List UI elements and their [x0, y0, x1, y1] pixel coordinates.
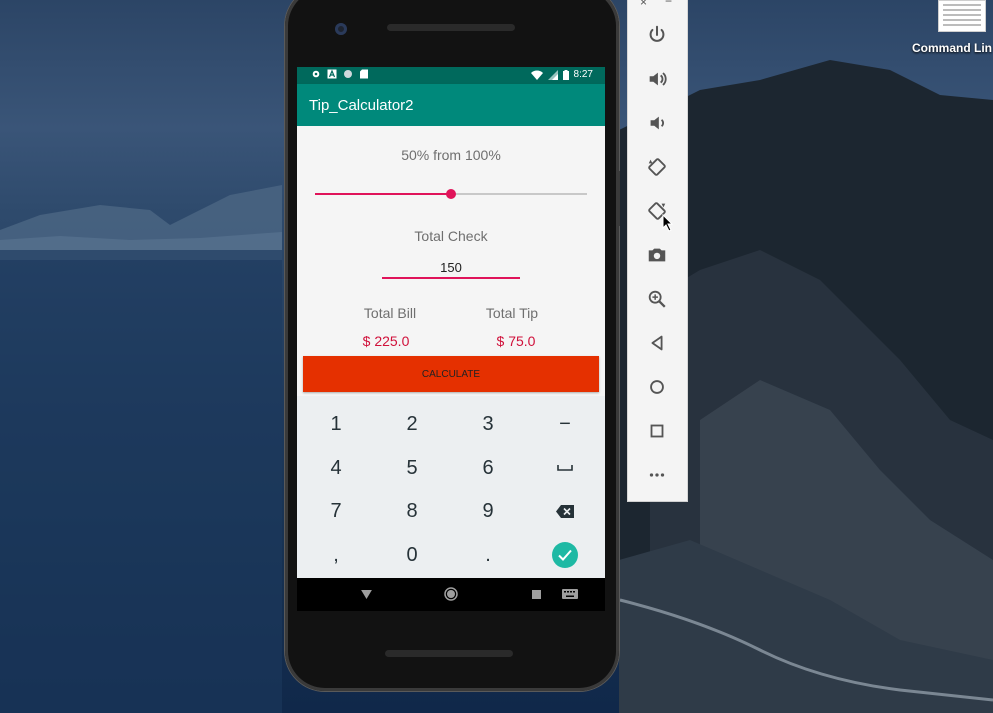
file-thumbnail: [938, 0, 986, 32]
desktop-file-icon[interactable]: Command Lin: [912, 0, 993, 60]
overview-icon: [650, 424, 664, 438]
app-bar: Tip_Calculator2: [297, 84, 605, 126]
volume-down-button[interactable]: [644, 110, 670, 136]
power-button[interactable]: [644, 22, 670, 48]
key-7[interactable]: 7: [298, 489, 374, 533]
total-bill-label: Total Bill: [363, 305, 417, 321]
bottom-speaker: [385, 650, 513, 657]
nav-home-button[interactable]: [441, 586, 461, 602]
done-check-icon: [552, 542, 578, 568]
volume-up-button[interactable]: [644, 66, 670, 92]
key-5[interactable]: 5: [374, 446, 450, 490]
earpiece-speaker: [387, 24, 515, 31]
key-minus[interactable]: −: [527, 402, 603, 446]
wifi-icon: [530, 70, 543, 80]
settings-icon: [312, 70, 320, 78]
screenshot-button[interactable]: [644, 242, 670, 268]
zoom-icon: [648, 290, 666, 308]
nav-home-icon: [444, 587, 458, 601]
nav-keyboard-button[interactable]: [560, 586, 580, 602]
numeric-keypad: 1 2 3− 4 5 6 7 8 9, 0.: [297, 396, 605, 578]
tip-seekbar[interactable]: [315, 189, 587, 199]
total-check-input[interactable]: [382, 257, 520, 279]
key-space[interactable]: [527, 446, 603, 490]
app-title: Tip_Calculator2: [309, 97, 414, 114]
key-2[interactable]: 2: [374, 402, 450, 446]
key-9[interactable]: 9: [450, 489, 526, 533]
key-3[interactable]: 3: [450, 402, 526, 446]
more-button[interactable]: [644, 462, 670, 488]
nav-overview-button[interactable]: [526, 586, 546, 602]
total-bill-value: $ 225.0: [362, 333, 410, 349]
total-tip-value: $ 75.0: [496, 333, 536, 349]
percent-label: 50% from 100%: [401, 147, 501, 163]
battery-icon: [562, 69, 569, 80]
minimize-emulator-button[interactable]: −: [665, 0, 672, 8]
zoom-button[interactable]: [644, 286, 670, 312]
back-button[interactable]: [644, 330, 670, 356]
key-6[interactable]: 6: [450, 446, 526, 490]
volume-down-icon: [650, 116, 664, 130]
side-button: [617, 171, 620, 226]
app-content: 50% from 100% Total Check Total Bill $ 2…: [297, 126, 605, 396]
key-1[interactable]: 1: [298, 402, 374, 446]
key-done[interactable]: [527, 533, 603, 577]
emulator-toolbar: × −: [627, 0, 688, 502]
home-button[interactable]: [644, 374, 670, 400]
mouse-cursor-icon: [662, 214, 674, 232]
home-icon: [650, 380, 664, 394]
cell-signal-icon: [547, 69, 558, 80]
key-comma[interactable]: ,: [298, 533, 374, 577]
overview-button[interactable]: [644, 418, 670, 444]
seekbar-thumb[interactable]: [446, 189, 456, 199]
phone-nav-bar: [297, 578, 605, 611]
sd-card-icon: [360, 69, 368, 79]
key-backspace[interactable]: [527, 489, 603, 533]
rotate-left-icon: [648, 158, 666, 176]
desktop-file-label: Command Lin: [912, 41, 992, 55]
front-camera-icon: [335, 23, 347, 35]
key-8[interactable]: 8: [374, 489, 450, 533]
status-time: 8:27: [573, 69, 593, 80]
phone-screen: 8:27 Tip_Calculator2 50% from 100% Total…: [297, 67, 605, 611]
backspace-icon: [556, 504, 574, 518]
total-check-label: Total Check: [414, 228, 488, 244]
camera-icon: [648, 248, 666, 262]
close-emulator-button[interactable]: ×: [640, 0, 647, 9]
key-0[interactable]: 0: [374, 533, 450, 577]
key-4[interactable]: 4: [298, 446, 374, 490]
volume-up-icon: [649, 72, 667, 86]
nav-back-icon: [360, 589, 372, 599]
key-period[interactable]: .: [450, 533, 526, 577]
power-icon: [649, 25, 665, 42]
more-icon: [649, 473, 665, 477]
font-notification-icon: [327, 69, 337, 79]
total-tip-label: Total Tip: [485, 305, 539, 321]
nav-overview-icon: [531, 589, 541, 599]
space-icon: [557, 465, 573, 471]
status-bar: 8:27: [297, 67, 605, 84]
calculate-button[interactable]: CALCULATE: [303, 356, 599, 392]
rotate-left-button[interactable]: [644, 154, 670, 180]
keyboard-icon: [562, 589, 578, 599]
back-icon: [651, 335, 663, 351]
sync-icon: [344, 70, 352, 78]
nav-back-button[interactable]: [356, 586, 376, 602]
seekbar-progress: [315, 193, 451, 195]
